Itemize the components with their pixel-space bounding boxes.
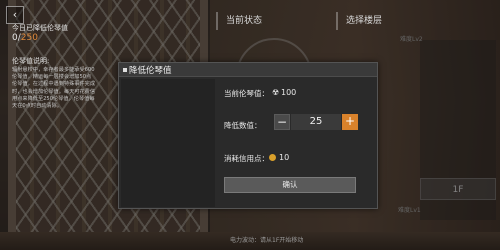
- reduce-amount-stepper[interactable]: 25: [291, 114, 341, 130]
- bottom-hint: 电力波动：请从1F开始移动: [230, 237, 304, 244]
- dialog-title: 降低伦琴值: [129, 66, 172, 76]
- back-arrow-icon: ‹: [12, 8, 18, 21]
- title-marker-icon: [123, 68, 127, 72]
- reduce-amount-label: 降低数值：: [224, 121, 262, 130]
- credit-coin-icon: [269, 154, 276, 161]
- decrease-button[interactable]: −: [274, 114, 290, 130]
- confirm-button[interactable]: 确认: [224, 177, 356, 193]
- tab-select-floor[interactable]: 选择楼层: [336, 12, 496, 30]
- today-reduced-value: 0/250: [12, 33, 38, 43]
- today-count: 0/: [12, 33, 21, 43]
- tab-current-status[interactable]: 当前状态: [216, 12, 316, 30]
- today-reduced-label: 今日已降低伦琴值: [12, 24, 68, 32]
- increase-button[interactable]: +: [342, 114, 358, 130]
- dialog-header: 降低伦琴值: [119, 63, 377, 77]
- current-roentgen-label: 当前伦琴值：: [224, 89, 269, 98]
- explanation-text: 辐射悬校中，幸存者最多能承受600伦琴值，精运每一层楼会增加50点伦琴值，在过程…: [12, 67, 96, 110]
- explanation-title: 伦琴值说明:: [12, 57, 50, 65]
- back-button[interactable]: ‹: [6, 6, 24, 24]
- credit-cost-label: 消耗信用点：: [224, 154, 269, 163]
- today-limit: 250: [20, 33, 38, 43]
- radiation-icon: ☢: [272, 88, 280, 97]
- current-roentgen-value: 100: [281, 88, 297, 97]
- info-column: [121, 79, 215, 207]
- credit-cost-value: 10: [279, 153, 290, 162]
